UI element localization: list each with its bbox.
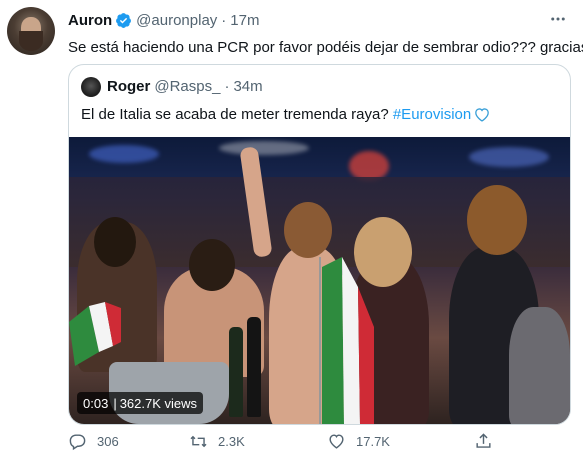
- quoted-author-handle: @Rasps_: [154, 78, 221, 95]
- author-avatar[interactable]: [7, 7, 55, 55]
- quoted-author-name: Roger: [107, 78, 151, 95]
- bottle: [229, 327, 243, 417]
- verified-badge-icon: [116, 12, 132, 28]
- like-count: 17.7K: [356, 434, 390, 449]
- person-curly-head: [467, 185, 527, 255]
- share-button[interactable]: [474, 432, 503, 451]
- embedded-video[interactable]: 0:03 | 362.7K views: [69, 137, 570, 424]
- stage-light: [219, 141, 309, 155]
- stage-light: [89, 145, 159, 163]
- tweet-actions: 306 2.3K 17.7K: [68, 432, 508, 456]
- reply-icon: [69, 434, 86, 451]
- quoted-author-avatar[interactable]: [81, 77, 101, 97]
- avatar-beard: [19, 31, 43, 51]
- quoted-header: Roger @Rasps_ · 34m: [107, 78, 263, 95]
- quoted-text-body: El de Italia se acaba de meter tremenda …: [81, 106, 393, 123]
- reply-count: 306: [97, 434, 119, 449]
- author-name[interactable]: Auron: [68, 12, 112, 29]
- retweet-button[interactable]: 2.3K: [189, 432, 245, 451]
- person-shirtless-head: [189, 239, 235, 291]
- quoted-text: El de Italia se acaba de meter tremenda …: [81, 105, 491, 124]
- video-info-badge: 0:03 | 362.7K views: [77, 392, 204, 414]
- tweet-time[interactable]: 17m: [230, 12, 259, 29]
- person-left-head: [94, 217, 136, 267]
- share-icon: [476, 433, 491, 448]
- italian-flag-center: [319, 257, 374, 424]
- person-center-head: [284, 202, 332, 258]
- retweet-icon: [190, 435, 207, 448]
- quoted-separator: ·: [224, 78, 230, 95]
- tweet-header: Auron @auronplay · 17m: [68, 10, 259, 30]
- more-options-button[interactable]: [546, 7, 570, 31]
- video-badge-separator: |: [113, 395, 117, 411]
- quoted-tweet[interactable]: Roger @Rasps_ · 34m El de Italia se acab…: [68, 64, 571, 425]
- tweet-text: Se está haciendo una PCR por favor podéi…: [68, 39, 583, 56]
- video-views: 362.7K views: [119, 395, 198, 411]
- italian-flag-left: [69, 302, 121, 366]
- retweet-count: 2.3K: [218, 434, 245, 449]
- like-button[interactable]: 17.7K: [327, 432, 390, 451]
- blue-heart-icon: [475, 108, 490, 122]
- more-icon: [551, 17, 565, 21]
- reply-button[interactable]: 306: [68, 432, 119, 451]
- tweet[interactable]: Auron @auronplay · 17m Se está haciendo …: [0, 0, 583, 463]
- like-icon: [329, 434, 344, 449]
- person-right: [509, 307, 570, 424]
- author-handle[interactable]: @auronplay: [136, 12, 217, 29]
- bottle: [247, 317, 261, 417]
- header-separator: ·: [221, 11, 227, 29]
- eurovision-hashtag[interactable]: #Eurovision: [393, 106, 471, 123]
- video-time: 0:03: [83, 395, 109, 411]
- stage-light: [469, 147, 549, 167]
- quoted-time: 34m: [233, 78, 263, 95]
